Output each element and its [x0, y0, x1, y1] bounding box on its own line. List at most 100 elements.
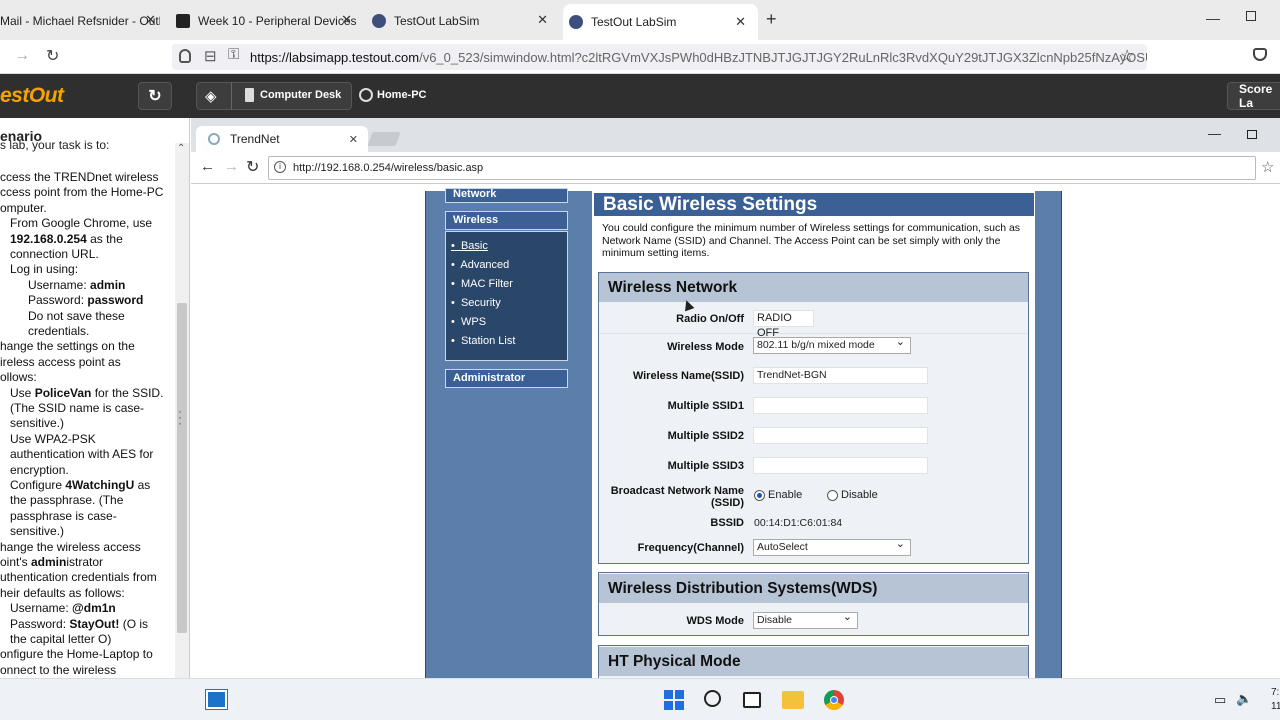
- broadcast-enable-radio[interactable]: [754, 490, 765, 501]
- bookmark-star-icon[interactable]: ☆: [1261, 158, 1274, 176]
- scroll-up-icon[interactable]: ⌃: [177, 143, 185, 154]
- scenario-line: connection URL.: [10, 247, 99, 261]
- bssid-value: 00:14:D1:C6:01:84: [754, 517, 843, 529]
- scenario-line: ccess the TRENDnet wireless: [0, 170, 159, 184]
- submenu-security[interactable]: • Security: [451, 297, 501, 309]
- minimize-button[interactable]: —: [1206, 10, 1220, 26]
- back-icon[interactable]: ←: [200, 158, 215, 175]
- scenario-intro: s lab, your task is to:: [0, 138, 110, 152]
- scenario-line: 192.168.0.254 as the: [10, 231, 123, 246]
- browser-tab-mail[interactable]: Mail - Michael Refsnider - Outl ✕: [0, 7, 160, 34]
- shield-icon[interactable]: [179, 49, 191, 63]
- tab-label: Week 10 - Peripheral Devices -: [198, 13, 356, 28]
- section-heading: Wireless Distribution Systems(WDS): [599, 574, 1028, 603]
- submenu-advanced[interactable]: • Advanced: [451, 259, 509, 271]
- tab-label: TestOut LabSim: [394, 13, 480, 28]
- new-tab-button[interactable]: [367, 132, 401, 146]
- scrollbar-thumb[interactable]: [177, 303, 187, 633]
- menu-network[interactable]: Network: [445, 188, 568, 203]
- forward-icon[interactable]: →: [14, 47, 30, 65]
- inner-tab-label: TrendNet: [230, 132, 280, 146]
- breadcrumb-home-pc[interactable]: Home-PC: [377, 89, 427, 101]
- info-icon[interactable]: i: [274, 161, 286, 173]
- scenario-line: hange the settings on the: [0, 339, 135, 354]
- pc-icon: [359, 88, 373, 102]
- computer-icon: [245, 88, 254, 102]
- menu-wireless[interactable]: Wireless: [445, 211, 568, 230]
- broadcast-label: Broadcast Network Name (SSID): [610, 485, 744, 509]
- new-tab-button[interactable]: +: [766, 9, 777, 30]
- start-icon[interactable]: [664, 690, 684, 710]
- submenu-mac-filter[interactable]: • MAC Filter: [451, 278, 513, 290]
- inner-tab-trendnet[interactable]: TrendNet ✕: [196, 126, 368, 152]
- scenario-line: sensitive.): [10, 416, 65, 431]
- layers-icon[interactable]: ◈: [205, 87, 217, 105]
- wireless-mode-select[interactable]: 802.11 b/g/n mixed mode: [753, 335, 911, 354]
- menu-administrator[interactable]: Administrator: [445, 369, 568, 388]
- breadcrumb-computer-desk[interactable]: Computer Desk: [260, 89, 341, 101]
- forward-icon[interactable]: →: [224, 158, 239, 175]
- close-icon[interactable]: ✕: [341, 12, 352, 28]
- splitter-handle-icon[interactable]: · · ·: [178, 405, 182, 429]
- scenario-line: From Google Chrome, use: [10, 216, 153, 231]
- testout-header: [0, 74, 1280, 118]
- browser-tab-week10[interactable]: Week 10 - Peripheral Devices - ✕: [176, 7, 356, 34]
- inner-minimize-button[interactable]: —: [1208, 126, 1221, 141]
- refresh-button[interactable]: ↻: [138, 82, 172, 110]
- clock[interactable]: 7:11/1: [1271, 686, 1280, 714]
- restore-button[interactable]: [1246, 11, 1256, 21]
- close-icon[interactable]: ✕: [735, 14, 746, 30]
- bookmark-star-icon[interactable]: ☆: [1120, 46, 1134, 66]
- network-icon[interactable]: ▭: [1214, 692, 1226, 708]
- scenario-line: oint's administrator: [0, 555, 104, 569]
- ssid1-input[interactable]: [753, 397, 928, 414]
- ssid2-input[interactable]: [753, 427, 928, 444]
- bssid-label: BSSID: [710, 517, 744, 529]
- inner-maximize-button[interactable]: [1247, 130, 1257, 139]
- inner-url-text: http://192.168.0.254/wireless/basic.asp: [293, 162, 484, 174]
- reload-icon[interactable]: ↻: [46, 46, 59, 66]
- ssid3-input[interactable]: [753, 457, 928, 474]
- score-lab-label: Score La: [1239, 82, 1273, 110]
- scenario-line: passphrase is case-: [10, 508, 117, 523]
- disable-label: Disable: [841, 489, 878, 501]
- browser-tab-labsim-2[interactable]: TestOut LabSim ✕: [563, 4, 758, 40]
- inner-address-bar[interactable]: http://192.168.0.254/wireless/basic.asp: [268, 156, 1256, 180]
- radio-label: Radio On/Off: [676, 313, 744, 325]
- ssid1-label: Multiple SSID1: [667, 400, 744, 412]
- search-icon[interactable]: [704, 690, 721, 707]
- close-icon[interactable]: ✕: [537, 12, 548, 28]
- reload-icon[interactable]: ↻: [246, 157, 259, 177]
- address-bar[interactable]: https://labsimapp.testout.com/v6_0_523/s…: [172, 44, 1147, 70]
- submenu-station-list[interactable]: • Station List: [451, 335, 515, 347]
- divider: [231, 82, 232, 110]
- close-icon[interactable]: ✕: [349, 133, 358, 146]
- refresh-icon: ↻: [148, 88, 162, 105]
- ssid-input[interactable]: TrendNet-BGN: [753, 367, 928, 384]
- scenario-line: encryption.: [10, 462, 69, 477]
- close-icon[interactable]: ✕: [145, 12, 156, 28]
- key-icon[interactable]: ⚿: [228, 46, 239, 63]
- score-lab-button[interactable]: Score La: [1227, 82, 1280, 110]
- submenu-basic[interactable]: • Basic: [451, 240, 488, 252]
- radio-toggle-button[interactable]: RADIO OFF: [753, 310, 814, 339]
- scenario-line: the capital letter O): [10, 632, 112, 646]
- globe-icon: [208, 133, 220, 145]
- widgets-icon[interactable]: [205, 689, 228, 710]
- wds-mode-select[interactable]: Disable: [753, 610, 858, 629]
- broadcast-disable-radio[interactable]: [827, 490, 838, 501]
- scenario-line: Password: StayOut! (O is: [10, 616, 149, 631]
- scenario-line: onnect to the wireless: [0, 662, 117, 677]
- volume-icon[interactable]: 🔈: [1236, 691, 1252, 707]
- permissions-icon[interactable]: ⊟: [204, 47, 217, 65]
- scenario-line: ireless access point as: [0, 354, 121, 369]
- scenario-line: Password: password: [28, 293, 144, 308]
- frequency-select[interactable]: AutoSelect: [753, 537, 911, 556]
- task-view-icon[interactable]: [743, 692, 761, 708]
- scenario-scrollbar[interactable]: ⌃ ··· ⌄: [175, 143, 189, 720]
- browser-tab-labsim-1[interactable]: TestOut LabSim ✕: [372, 7, 552, 34]
- submenu-wps[interactable]: • WPS: [451, 316, 486, 328]
- scenario-line: onfigure the Home-Laptop to: [0, 647, 153, 662]
- url-host: https://labsimapp.testout.com: [250, 49, 420, 65]
- file-explorer-icon[interactable]: [782, 691, 804, 709]
